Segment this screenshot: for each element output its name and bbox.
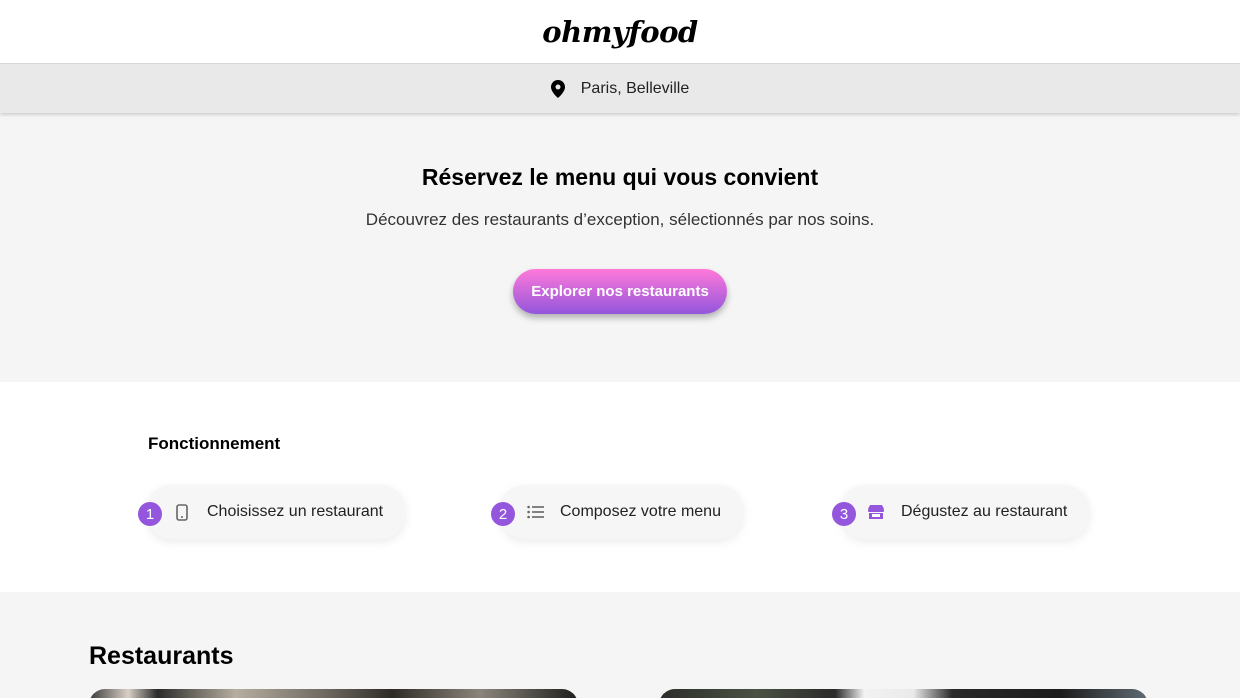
step-choose-restaurant: 1 Choisissez un restaurant [138, 485, 406, 539]
restaurant-card-image[interactable] [659, 689, 1148, 698]
explore-restaurants-button[interactable]: Explorer nos restaurants [513, 269, 727, 314]
step-label: Dégustez au restaurant [901, 503, 1068, 520]
step-number-badge: 2 [491, 502, 515, 526]
step-number-badge: 1 [138, 502, 162, 526]
section-title: Fonctionnement [148, 434, 281, 453]
section-title: Restaurants [89, 642, 234, 670]
restaurant-card-image[interactable] [89, 689, 578, 698]
location-text: Paris, Belleville [580, 79, 690, 97]
site-header: ohmyfood [0, 0, 1240, 63]
step-card: Dégustez au restaurant [841, 485, 1090, 539]
hero-title: Réservez le menu qui vous convient [421, 164, 819, 190]
step-compose-menu: 2 Composez votre menu [491, 485, 743, 539]
mobile-phone-icon [173, 503, 191, 521]
how-it-works-section: Fonctionnement 1 Choisissez un restauran… [0, 382, 1240, 592]
step-number-badge: 3 [832, 502, 856, 526]
step-label: Composez votre menu [560, 503, 721, 520]
restaurants-section: Restaurants [0, 592, 1240, 698]
location-pin-icon [550, 79, 565, 98]
step-label: Choisissez un restaurant [207, 503, 384, 520]
list-icon [526, 503, 544, 521]
hero-section: Réservez le menu qui vous convient Décou… [0, 113, 1240, 382]
hero-subtitle: Découvrez des restaurants d’exception, s… [365, 210, 875, 229]
step-card: Composez votre menu [500, 485, 743, 539]
step-enjoy-restaurant: 3 Dégustez au restaurant [832, 485, 1090, 539]
step-card: Choisissez un restaurant [147, 485, 406, 539]
store-icon [867, 503, 885, 521]
logo[interactable]: ohmyfood [542, 15, 698, 49]
location-bar[interactable]: Paris, Belleville [0, 63, 1240, 113]
